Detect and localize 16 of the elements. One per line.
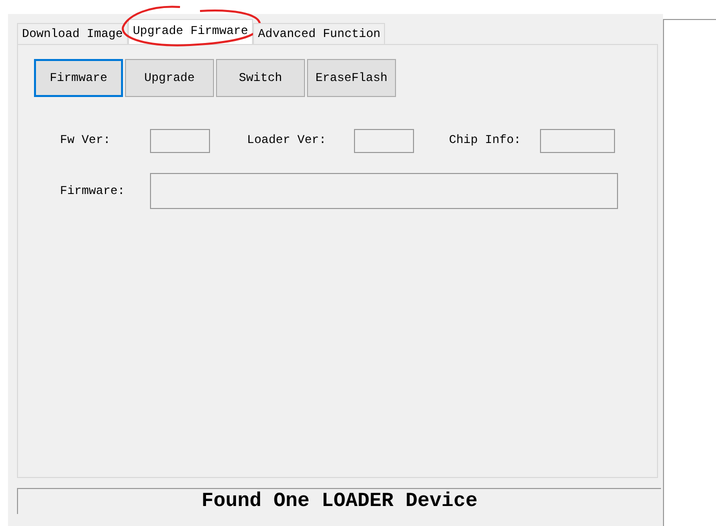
input-field[interactable] — [354, 129, 414, 153]
field-label: Loader Ver: — [247, 132, 328, 147]
input-field[interactable] — [150, 173, 618, 209]
field-label: Firmware: — [60, 184, 126, 198]
toolbar-button[interactable]: Upgrade — [125, 59, 214, 97]
toolbar-button[interactable]: Switch — [216, 59, 305, 97]
toolbar-button[interactable]: EraseFlash — [307, 59, 396, 97]
input-field[interactable] — [540, 129, 615, 153]
field-label: Chip Info: — [449, 132, 522, 147]
tab[interactable]: Upgrade Firmware — [128, 19, 254, 44]
tab[interactable]: Download Image — [17, 23, 128, 44]
input-field[interactable] — [150, 129, 210, 153]
field-label: Fw Ver: — [60, 132, 112, 147]
status-bar: Found One LOADER Device — [17, 488, 661, 514]
tab[interactable]: Advanced Function — [253, 23, 386, 44]
toolbar-button[interactable]: Firmware — [34, 59, 123, 97]
